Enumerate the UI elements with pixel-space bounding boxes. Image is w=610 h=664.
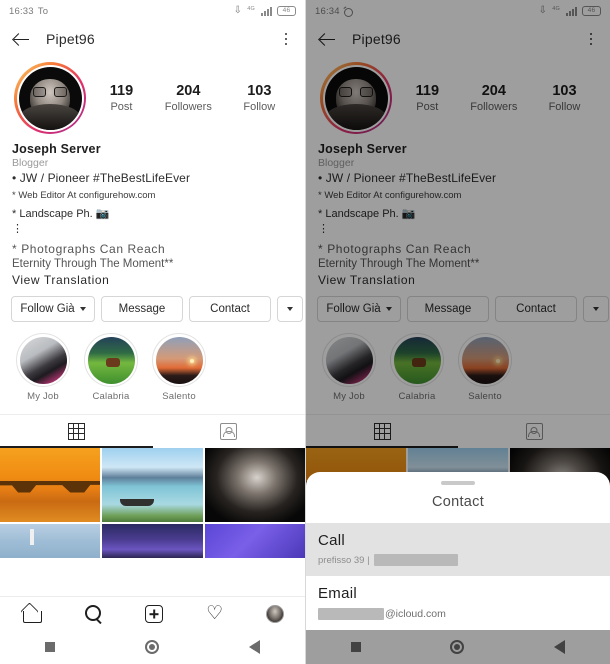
highlight-ring [84,333,138,387]
profile-action-buttons: Follow Già Message Contact [0,287,305,322]
stat-posts[interactable]: 119 Post [110,82,133,115]
avatar-inner [16,64,84,132]
photo-cell[interactable] [204,448,305,522]
photo-cell[interactable] [0,524,101,558]
stat-followers[interactable]: 204 Followers [165,82,212,115]
bio-line-5: * Photographs Can Reach [12,242,166,256]
contact-bottom-sheet: Contact Call prefisso 39 | Email @icloud… [306,472,610,630]
redacted-phone-number [373,554,458,566]
status-bar-left: 16:33 To [9,6,48,17]
chevron-down-icon [287,307,293,311]
follow-button[interactable]: Follow Già [11,296,95,322]
status-day: To [37,5,49,17]
bio-line-2: * Web Editor At configurehow.com [12,190,156,201]
bio-line-3: * Landscape Ph. 📷 [12,208,110,220]
glasses-icon [33,87,67,98]
bio-category: Blogger [12,157,49,169]
highlight-ring [152,333,206,387]
message-button[interactable]: Message [101,296,183,322]
stat-following[interactable]: 103 Follow [243,82,275,115]
sheet-title: Contact [431,494,485,510]
stat-posts-label: Post [110,100,133,113]
bluetooth-icon: ⇩ [233,5,243,16]
tagged-person-icon [220,423,238,440]
contact-button[interactable]: Contact [189,296,271,322]
view-translation-link[interactable]: View Translation [12,273,293,287]
profile-header: 119 Post 204 Followers 103 Follow [0,56,305,138]
story-highlights: My Job Calabria Salento [0,322,305,402]
more-options-button[interactable] [277,296,303,322]
profile-username: Pipet96 [46,31,95,47]
search-icon[interactable] [83,603,104,624]
system-navigation-bar [0,630,305,664]
bio-line-6: Eternity Through The Moment** [12,258,174,270]
back-arrow-icon[interactable] [12,29,32,49]
phone-screen-left: 16:33 To ⇩ 4G 46 Pipet96 119 Post 204 Fo… [0,0,305,664]
chevron-down-icon [79,307,86,311]
kebab-menu-icon[interactable] [279,32,293,46]
avatar[interactable] [14,62,86,134]
photo-cell[interactable] [0,448,101,522]
bio-line-4: ⋮ [12,223,24,235]
highlight-cover [19,336,67,384]
sheet-row-email-subtitle: @icloud.com [318,608,598,620]
app-bar: Pipet96 [0,22,305,56]
photo-cell[interactable] [204,524,305,558]
profile-tabs [0,414,305,448]
stat-following-count: 103 [247,82,272,99]
sheet-row-email-title: Email [318,585,358,602]
back-triangle-icon[interactable] [249,640,260,654]
status-bar: 16:33 To ⇩ 4G 46 [0,0,305,22]
photo-cell[interactable] [102,448,203,522]
highlight-calabria[interactable]: Calabria [84,333,138,402]
battery-indicator: 46 [277,6,296,16]
sheet-row-call[interactable]: Call prefisso 39 | [306,523,610,576]
bottom-navigation: ♡ [0,596,305,630]
profile-avatar-icon[interactable] [266,605,285,624]
home-circle-icon[interactable] [145,640,159,654]
photo-cell[interactable] [102,524,203,558]
tab-grid[interactable] [0,415,153,448]
status-bar-right: ⇩ 4G 46 [234,6,296,16]
stat-posts-count: 119 [109,82,134,99]
bio-display-name: Joseph Server [12,142,101,156]
tab-tagged[interactable] [153,415,306,448]
recents-square-icon[interactable] [45,642,55,652]
highlight-cover [87,336,135,384]
stat-following-label: Follow [243,100,276,113]
stat-followers-count: 204 [176,82,201,99]
bio-line-1: • JW / Pioneer #TheBestLifeEver [12,171,191,185]
avatar-photo [18,66,82,130]
highlight-my-job[interactable]: My Job [16,333,70,402]
grid-icon [67,423,85,440]
highlight-salento[interactable]: Salento [152,333,206,402]
heart-activity-icon[interactable]: ♡ [204,603,225,624]
signal-bars-icon [261,6,272,16]
sheet-row-call-subtitle: prefisso 39 | [318,554,598,566]
email-domain-label: @icloud.com [385,608,446,620]
redacted-email-local [318,608,384,620]
phone-prefix-label: prefisso 39 | [318,554,370,566]
highlight-label: Calabria [92,391,130,402]
highlight-cover [155,336,203,384]
sheet-row-email[interactable]: Email @icloud.com [306,576,610,630]
phone-screen-right: 16:34 ⇩ 4G 46 Pipet96 119 Post 204 Follo… [305,0,610,664]
sheet-row-call-title: Call [318,532,346,549]
photo-grid [0,448,305,558]
profile-stats: 119 Post 204 Followers 103 Follow [86,82,291,115]
highlight-label: My Job [27,391,59,402]
highlight-ring [16,333,70,387]
add-post-icon[interactable] [144,605,163,623]
status-time: 16:33 [9,5,34,17]
home-icon[interactable] [21,603,42,624]
network-type-label: 4G [247,6,255,12]
highlight-label: Salento [162,391,196,402]
dual-screenshot-stage: 16:33 To ⇩ 4G 46 Pipet96 119 Post 204 Fo… [0,0,610,664]
stat-followers-label: Followers [164,100,212,113]
follow-button-label: Follow Già [20,303,75,315]
profile-bio: Joseph Server Blogger • JW / Pioneer #Th… [0,138,305,287]
